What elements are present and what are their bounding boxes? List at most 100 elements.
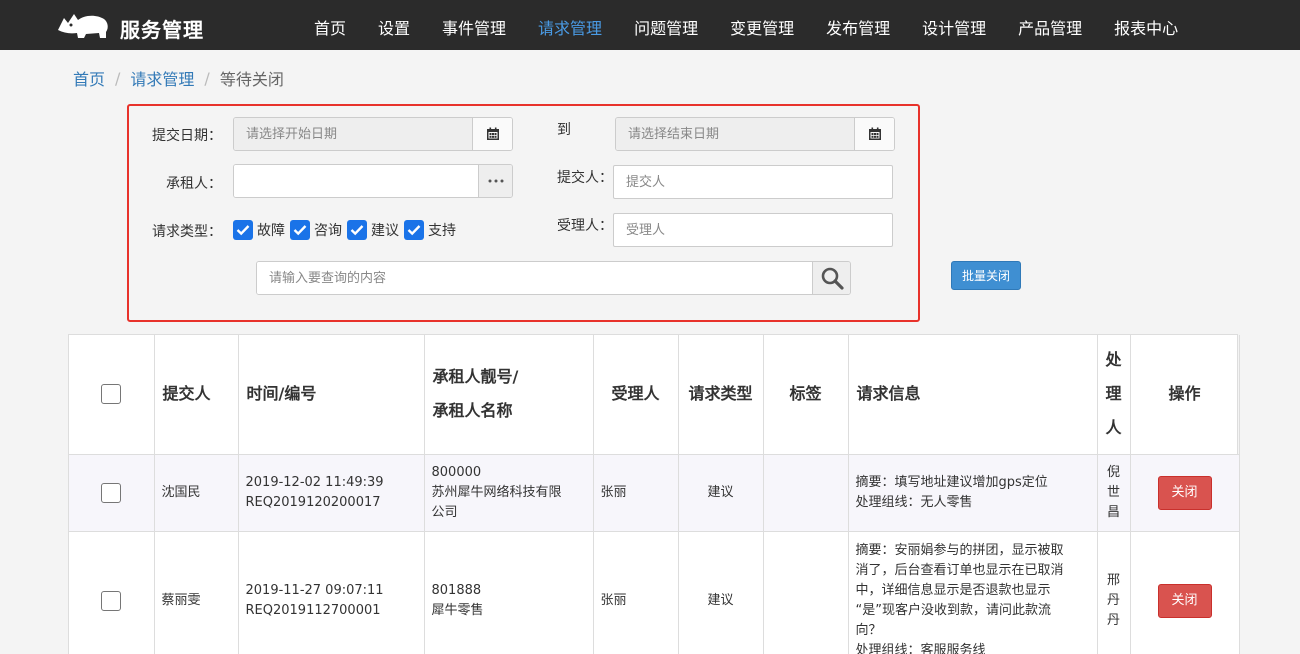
row-processor: 倪 世 昌 bbox=[1097, 454, 1131, 532]
checkmark-icon[interactable] bbox=[233, 220, 253, 240]
nav-incident[interactable]: 事件管理 bbox=[426, 0, 522, 50]
table-row[interactable]: 沈国民 2019-12-02 11:49:39 REQ2019120200017… bbox=[69, 454, 1240, 532]
calendar-icon[interactable] bbox=[472, 118, 512, 150]
header-processor-char: 处 bbox=[1105, 350, 1122, 370]
type-consult-label: 咨询 bbox=[314, 223, 342, 239]
header-request-info[interactable]: 请求信息 bbox=[848, 335, 1098, 455]
checkmark-icon[interactable] bbox=[290, 220, 310, 240]
nav-request[interactable]: 请求管理 bbox=[522, 0, 618, 50]
row-checkbox[interactable] bbox=[101, 591, 122, 611]
row-tenant-no: 800000 bbox=[431, 464, 482, 480]
top-navbar: 服务管理 首页 设置 事件管理 请求管理 问题管理 变更管理 发布管理 设计管理… bbox=[0, 0, 1300, 50]
header-handler[interactable]: 受理人 bbox=[593, 335, 679, 455]
row-time-id: 2019-12-02 11:49:39 REQ2019120200017 bbox=[238, 454, 425, 532]
breadcrumb-request[interactable]: 请求管理 bbox=[130, 66, 194, 90]
row-submitter: 蔡丽雯 bbox=[154, 531, 239, 654]
row-action-cell: 关闭 bbox=[1130, 531, 1240, 654]
breadcrumb-home[interactable]: 首页 bbox=[73, 66, 105, 90]
row-submitter: 沈国民 bbox=[154, 454, 239, 532]
more-dots-icon[interactable] bbox=[478, 165, 512, 197]
row-summary-line: 中，详细信息显示是否退款也显示 bbox=[855, 582, 1051, 598]
header-processor[interactable]: 处 理 人 bbox=[1097, 335, 1131, 455]
type-suggest-checkbox[interactable]: 建议 bbox=[347, 220, 399, 240]
type-support-checkbox[interactable]: 支持 bbox=[404, 220, 456, 240]
calendar-icon[interactable] bbox=[854, 118, 894, 150]
header-tag[interactable]: 标签 bbox=[763, 335, 849, 455]
select-all-cell bbox=[69, 335, 155, 455]
header-time-id[interactable]: 时间/编号 bbox=[238, 335, 425, 455]
row-id: REQ2019112700001 bbox=[245, 603, 381, 618]
checkmark-icon[interactable] bbox=[347, 220, 367, 240]
header-action: 操作 bbox=[1130, 335, 1240, 455]
breadcrumb-separator: / bbox=[115, 68, 121, 88]
row-processor-char: 世 bbox=[1106, 484, 1120, 500]
header-tenant-line1: 承租人靓号/ bbox=[432, 367, 519, 387]
row-summary: 摘要：填写地址建议增加gps定位 bbox=[855, 474, 1048, 490]
tenant-input[interactable] bbox=[234, 165, 478, 197]
header-processor-char: 理 bbox=[1105, 384, 1122, 404]
submit-date-label: 提交日期： bbox=[152, 128, 222, 144]
header-processor-char: 人 bbox=[1105, 418, 1122, 438]
table-header-row: 提交人 时间/编号 承租人靓号/ 承租人名称 受理人 请求类型 标签 请求信息 … bbox=[69, 335, 1240, 455]
handler-input[interactable] bbox=[613, 213, 893, 247]
breadcrumb-separator: / bbox=[204, 68, 210, 88]
row-tenant-name: 公司 bbox=[431, 504, 458, 520]
brand-title: 服务管理 bbox=[120, 18, 204, 42]
type-consult-checkbox[interactable]: 咨询 bbox=[290, 220, 342, 240]
nav-problem[interactable]: 问题管理 bbox=[618, 0, 714, 50]
row-type: 建议 bbox=[678, 531, 764, 654]
row-tenant-name: 苏州犀牛网络科技有限 bbox=[431, 484, 562, 500]
row-id: REQ2019120200017 bbox=[245, 494, 381, 510]
close-button[interactable]: 关闭 bbox=[1157, 475, 1212, 510]
tenant-group bbox=[233, 164, 513, 198]
batch-close-button[interactable]: 批量关闭 bbox=[951, 261, 1021, 290]
row-handler: 张丽 bbox=[593, 531, 679, 654]
search-group bbox=[256, 261, 851, 295]
row-processor-char: 昌 bbox=[1106, 504, 1120, 520]
row-processor-char: 邢 bbox=[1106, 573, 1120, 588]
end-date-input[interactable] bbox=[616, 118, 854, 150]
nav-release[interactable]: 发布管理 bbox=[810, 0, 906, 50]
header-submitter[interactable]: 提交人 bbox=[154, 335, 239, 455]
submitter-input[interactable] bbox=[613, 165, 893, 199]
row-processor: 邢 丹 丹 bbox=[1097, 531, 1131, 654]
nav-design[interactable]: 设计管理 bbox=[906, 0, 1002, 50]
close-button[interactable]: 关闭 bbox=[1157, 584, 1212, 618]
checkmark-icon[interactable] bbox=[404, 220, 424, 240]
row-time: 2019-12-02 11:49:39 bbox=[245, 474, 384, 490]
row-summary-line: 摘要：安丽娟参与的拼团，显示被取 bbox=[855, 542, 1064, 558]
row-tenant-no: 801888 bbox=[431, 583, 482, 598]
row-time-id: 2019-11-27 09:07:11 REQ2019112700001 bbox=[238, 531, 425, 654]
request-type-label: 请求类型： bbox=[152, 224, 222, 240]
search-icon[interactable] bbox=[812, 262, 850, 294]
table-row[interactable]: 蔡丽雯 2019-11-27 09:07:11 REQ2019112700001… bbox=[69, 531, 1240, 654]
type-suggest-label: 建议 bbox=[371, 223, 399, 239]
row-tenant: 801888 犀牛零售 bbox=[424, 531, 594, 654]
row-select-cell bbox=[69, 454, 155, 532]
start-date-input[interactable] bbox=[234, 118, 472, 150]
select-all-checkbox[interactable] bbox=[101, 384, 122, 405]
row-processor-char: 丹 bbox=[1106, 613, 1120, 628]
nav-home[interactable]: 首页 bbox=[298, 0, 362, 50]
nav-settings[interactable]: 设置 bbox=[362, 0, 426, 50]
nav-change[interactable]: 变更管理 bbox=[714, 0, 810, 50]
nav-reports[interactable]: 报表中心 bbox=[1098, 0, 1194, 50]
end-date-group bbox=[615, 117, 895, 151]
rhino-logo-icon[interactable] bbox=[56, 10, 110, 40]
header-request-type[interactable]: 请求类型 bbox=[678, 335, 764, 455]
start-date-group bbox=[233, 117, 513, 151]
header-tenant[interactable]: 承租人靓号/ 承租人名称 bbox=[424, 335, 594, 455]
row-checkbox[interactable] bbox=[101, 482, 122, 503]
row-tenant: 800000 苏州犀牛网络科技有限 公司 bbox=[424, 454, 594, 532]
request-type-checkboxes: 故障 咨询 建议 支持 bbox=[233, 220, 461, 240]
search-input[interactable] bbox=[257, 262, 812, 294]
nav-product[interactable]: 产品管理 bbox=[1002, 0, 1098, 50]
header-tenant-line2: 承租人名称 bbox=[432, 401, 513, 421]
row-summary-line: 消了，后台查看订单也显示在已取消 bbox=[855, 562, 1064, 578]
row-group: 处理组线：无人零售 bbox=[855, 494, 973, 510]
row-info: 摘要：填写地址建议增加gps定位 处理组线：无人零售 bbox=[848, 454, 1098, 532]
row-handler: 张丽 bbox=[593, 454, 679, 532]
row-summary-line: “是”现客户没收到款，请问此款流 bbox=[855, 602, 1051, 618]
tenant-label: 承租人： bbox=[166, 176, 222, 192]
type-fault-checkbox[interactable]: 故障 bbox=[233, 220, 285, 240]
